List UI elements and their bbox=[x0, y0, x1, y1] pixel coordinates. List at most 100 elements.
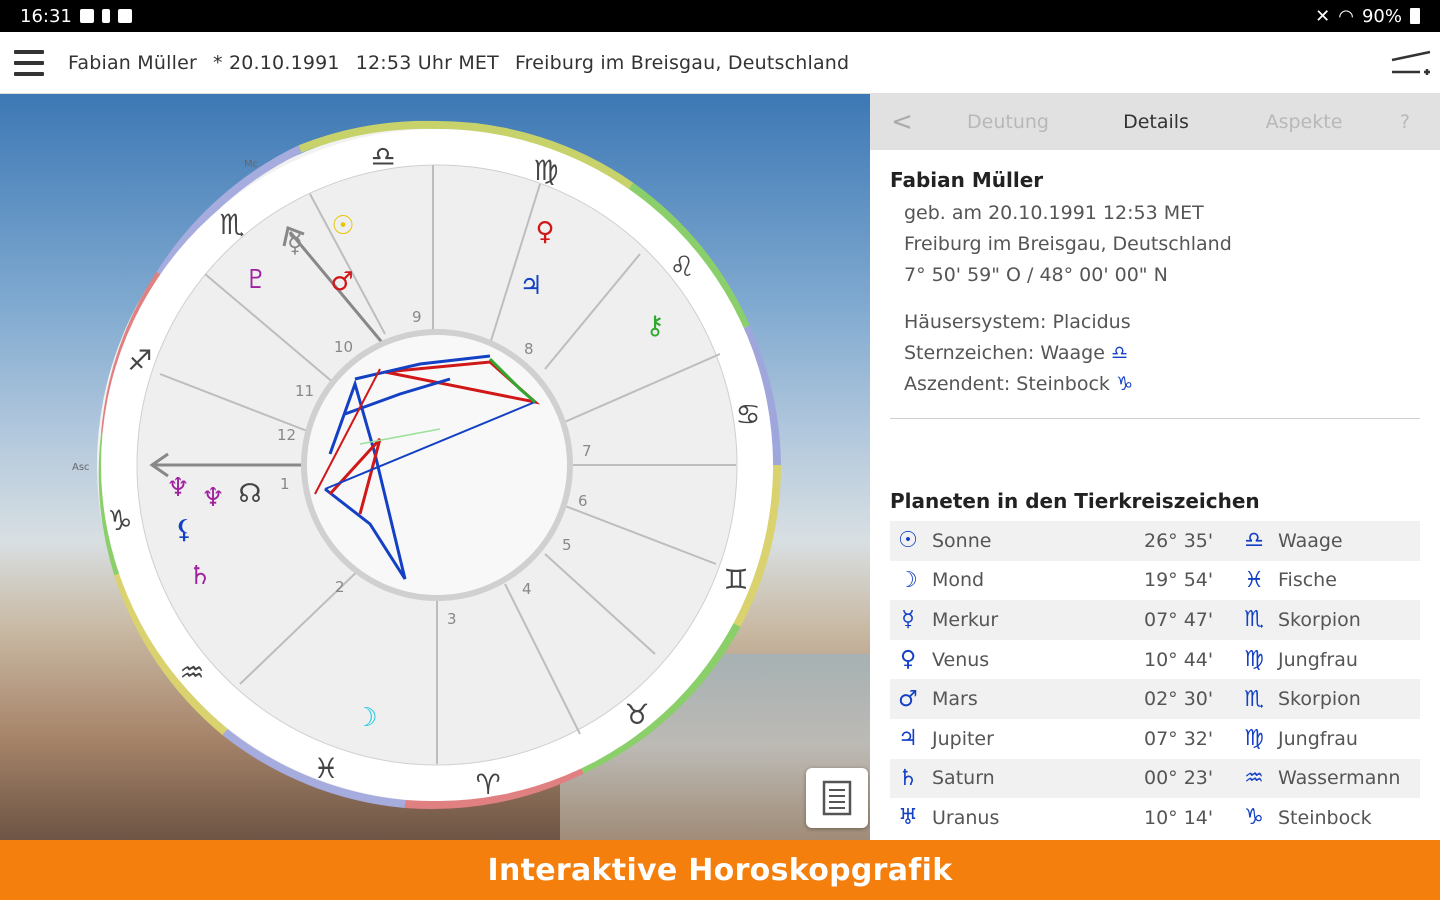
sign-name: Jungfrau bbox=[1278, 648, 1358, 671]
header-birth-time: 12:53 Uhr MET bbox=[355, 51, 499, 74]
sign-name: Skorpion bbox=[1278, 688, 1361, 711]
moon-icon: ☽ bbox=[354, 703, 377, 733]
ascendant: Aszendent: Steinbock bbox=[904, 373, 1110, 395]
header-name: Fabian Müller bbox=[68, 51, 197, 74]
help-button[interactable]: ? bbox=[1378, 111, 1440, 133]
planet-icon: ☿ bbox=[901, 607, 915, 633]
planet-degree: 07° 32' bbox=[1144, 727, 1214, 750]
gallery-notification-icon bbox=[79, 9, 94, 23]
aquarius-icon: ♒ bbox=[179, 656, 204, 689]
sun-sign: Sternzeichen: Waage bbox=[904, 342, 1105, 364]
table-row[interactable]: ♅ Uranus 10° 14' ♑ Steinbock bbox=[890, 798, 1420, 838]
sagittarius-icon: ♐ bbox=[127, 344, 152, 377]
planet-name: Mond bbox=[932, 569, 985, 592]
horoscope-chart-area: 1 2 3 4 5 6 7 8 9 10 11 12 Mc Asc ♎ ♍ ♌ … bbox=[0, 94, 870, 840]
capricorn-icon: ♑ bbox=[1115, 373, 1133, 395]
tab-aspekte[interactable]: Aspekte bbox=[1230, 111, 1378, 133]
birth-info: geb. am 20.10.1991 12:53 MET bbox=[904, 202, 1204, 224]
planet-degree: 10° 44' bbox=[1144, 648, 1214, 671]
tab-bar: < Deutung Details Aspekte ? bbox=[870, 94, 1440, 150]
house-number: 5 bbox=[562, 536, 572, 554]
sun-sign-row: Sternzeichen: Waage ♎ bbox=[904, 338, 1420, 369]
neptune-icon: ♆ bbox=[166, 473, 189, 503]
header-birth-date: * 20.10.1991 bbox=[213, 51, 340, 74]
planet-icon: ♂ bbox=[898, 686, 918, 712]
details-panel: < Deutung Details Aspekte ? Fabian Mülle… bbox=[870, 94, 1440, 840]
venus-icon: ♀ bbox=[535, 217, 554, 247]
libra-icon: ♎ bbox=[370, 140, 395, 173]
aries-icon: ♈ bbox=[475, 768, 500, 801]
status-bar: 16:31 ✕ ◠ 90% bbox=[0, 0, 1440, 32]
sign-icon: ♏ bbox=[1244, 686, 1264, 712]
sign-icon: ♏ bbox=[1244, 607, 1264, 633]
planet-name: Merkur bbox=[932, 608, 999, 631]
horoscope-wheel[interactable]: 1 2 3 4 5 6 7 8 9 10 11 12 Mc Asc ♎ ♍ ♌ … bbox=[0, 94, 870, 840]
person-details: Fabian Müller geb. am 20.10.1991 12:53 M… bbox=[870, 150, 1440, 400]
house-number: 3 bbox=[447, 610, 457, 628]
document-button[interactable] bbox=[806, 768, 868, 828]
sign-icon: ♍ bbox=[1244, 726, 1264, 752]
promo-banner: Interaktive Horoskopgrafik bbox=[0, 840, 1440, 900]
planet-icon: ♅ bbox=[898, 805, 918, 831]
house-number: 12 bbox=[277, 426, 296, 444]
libra-icon: ♎ bbox=[1110, 342, 1128, 364]
birth-place: Freiburg im Breisgau, Deutschland bbox=[904, 233, 1232, 255]
sign-name: Steinbock bbox=[1278, 806, 1372, 829]
house-number: 6 bbox=[578, 492, 588, 510]
saturn-icon: ♄ bbox=[188, 561, 211, 591]
table-row[interactable]: ♂ Mars 02° 30' ♏ Skorpion bbox=[890, 679, 1420, 719]
document-icon bbox=[822, 780, 852, 816]
planet-name: Jupiter bbox=[932, 727, 994, 750]
planet-name: Mars bbox=[932, 688, 978, 711]
table-row[interactable]: ♃ Jupiter 07° 32' ♍ Jungfrau bbox=[890, 719, 1420, 759]
tab-deutung[interactable]: Deutung bbox=[934, 111, 1082, 133]
cancer-icon: ♋ bbox=[735, 398, 760, 431]
table-row[interactable]: ♀ Venus 10° 44' ♍ Jungfrau bbox=[890, 640, 1420, 680]
table-row[interactable]: ☉ Sonne 26° 35' ♎ Waage bbox=[890, 521, 1420, 561]
chiron-icon: ⚷ bbox=[645, 311, 664, 341]
house-number: 7 bbox=[582, 442, 592, 460]
wifi-icon: ◠ bbox=[1338, 5, 1354, 27]
table-row[interactable]: ☽ Mond 19° 54' ♓ Fische bbox=[890, 561, 1420, 601]
planet-name: Saturn bbox=[932, 767, 995, 790]
node-icon: ☊ bbox=[238, 479, 261, 509]
planet-degree: 00° 23' bbox=[1144, 767, 1214, 790]
planet-name: Venus bbox=[932, 648, 990, 671]
house-system: Häusersystem: Placidus bbox=[904, 311, 1131, 333]
house-number: 9 bbox=[412, 308, 422, 326]
back-button[interactable]: < bbox=[870, 107, 934, 137]
table-row[interactable]: ☿ Merkur 07° 47' ♏ Skorpion bbox=[890, 600, 1420, 640]
sim-notification-icon bbox=[101, 9, 110, 23]
sign-icon: ♒ bbox=[1244, 765, 1264, 791]
planet-name: Sonne bbox=[932, 529, 992, 552]
sun-icon: ☉ bbox=[331, 211, 354, 241]
sign-icon: ♍ bbox=[1244, 647, 1264, 673]
table-row[interactable]: ♄ Saturn 00° 23' ♒ Wassermann bbox=[890, 758, 1420, 799]
mc-label: Mc bbox=[244, 159, 258, 170]
planet-degree: 19° 54' bbox=[1144, 569, 1214, 592]
sign-name: Wassermann bbox=[1278, 767, 1401, 790]
chart-header: Fabian Müller * 20.10.1991 12:53 Uhr MET… bbox=[68, 52, 849, 74]
house-number: 11 bbox=[295, 382, 314, 400]
sign-icon: ♑ bbox=[1244, 805, 1264, 831]
house-number: 2 bbox=[335, 578, 345, 596]
asc-label: Asc bbox=[72, 462, 90, 473]
tab-details[interactable]: Details bbox=[1082, 111, 1230, 133]
person-name: Fabian Müller bbox=[890, 168, 1044, 192]
divider bbox=[890, 418, 1420, 419]
house-number: 1 bbox=[280, 475, 290, 493]
status-right: ✕ ◠ 90% bbox=[1315, 6, 1420, 27]
ascendant-row: Aszendent: Steinbock ♑ bbox=[904, 369, 1420, 400]
gemini-icon: ♊ bbox=[723, 563, 748, 596]
planet-degree: 10° 14' bbox=[1144, 806, 1214, 829]
battery-icon bbox=[1410, 8, 1420, 24]
planet-degree: 02° 30' bbox=[1144, 688, 1214, 711]
sign-icon: ♓ bbox=[1244, 567, 1264, 593]
sign-name: Skorpion bbox=[1278, 608, 1361, 631]
planets-table: ☉ Sonne 26° 35' ♎ Waage ☽ Mond 19° 54' ♓… bbox=[890, 521, 1420, 838]
chart-settings-icon[interactable] bbox=[1390, 46, 1432, 80]
house-number: 8 bbox=[524, 340, 534, 358]
battery-percent: 90% bbox=[1361, 5, 1402, 27]
planets-section-title: Planeten in den Tierkreiszeichen bbox=[890, 489, 1260, 513]
menu-icon[interactable] bbox=[14, 49, 44, 76]
